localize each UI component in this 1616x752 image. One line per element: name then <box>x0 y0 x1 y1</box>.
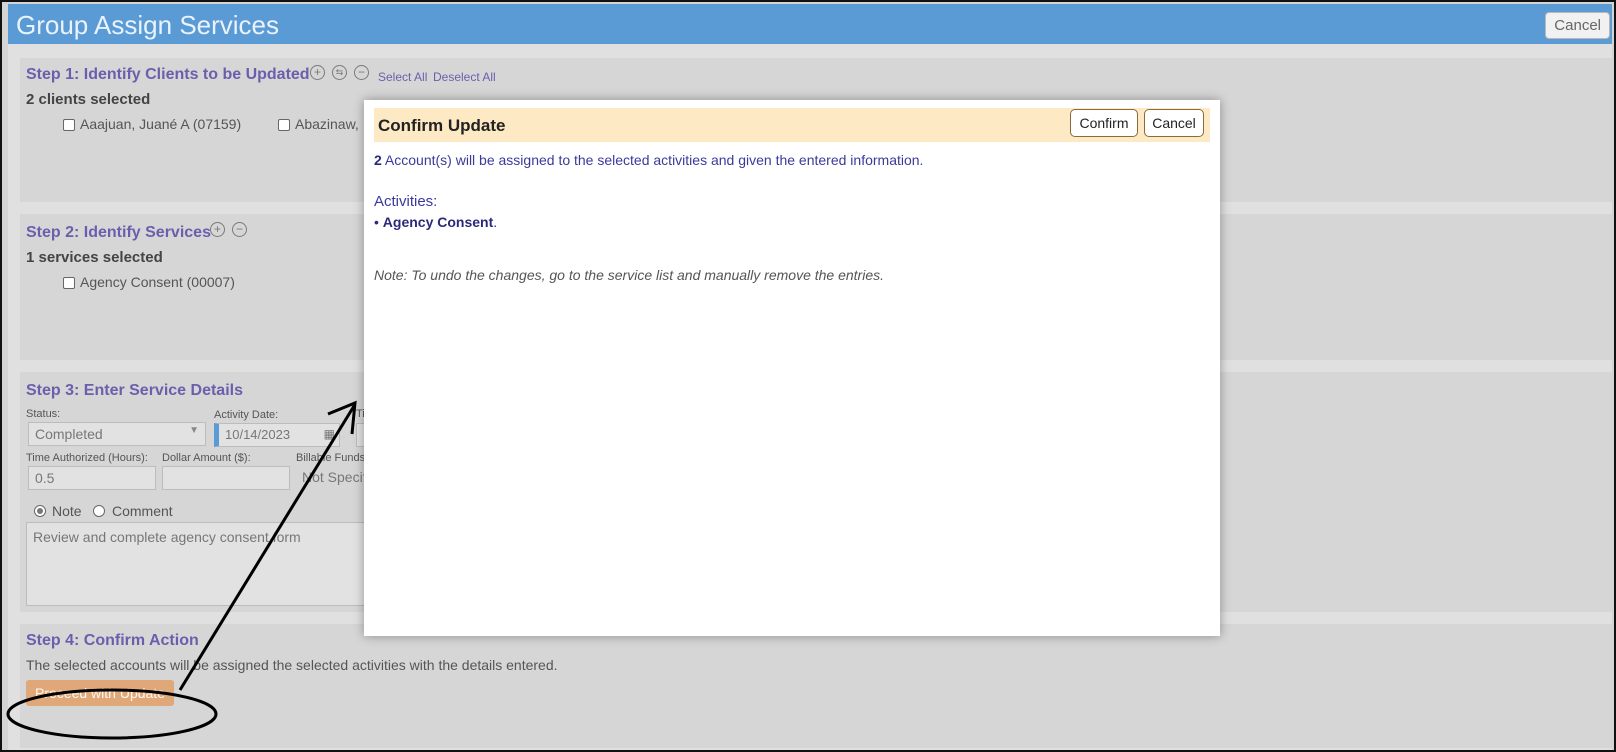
dialog-message: 2 Account(s) will be assigned to the sel… <box>374 152 923 168</box>
note-radio[interactable] <box>34 505 46 517</box>
proceed-with-update-button[interactable]: Proceed with Update <box>26 680 174 706</box>
status-select[interactable]: Completed ▼ <box>28 422 206 446</box>
note-textarea[interactable]: Review and complete agency consent form <box>26 522 366 606</box>
dialog-note: Note: To undo the changes, go to the ser… <box>374 267 885 283</box>
dialog-title: Confirm Update <box>378 116 506 135</box>
time-authorized-input[interactable]: 0.5 <box>28 466 156 490</box>
dialog-cancel-button[interactable]: Cancel <box>1144 109 1204 137</box>
comment-radio[interactable] <box>93 505 105 517</box>
step4-description: The selected accounts will be assigned t… <box>26 657 558 673</box>
collapse-icon[interactable]: − <box>354 65 369 80</box>
collapse-icon[interactable]: − <box>232 222 247 237</box>
activity-date-value: 10/14/2023 <box>225 427 291 442</box>
app-frame: Group Assign Services Cancel Step 1: Ide… <box>0 0 1616 752</box>
account-count: 2 <box>374 152 382 168</box>
client-label: Aaajuan, Juané A (07159) <box>80 116 242 132</box>
expand-icon[interactable]: + <box>210 222 225 237</box>
service-checkbox[interactable] <box>63 277 75 289</box>
client-checkbox[interactable] <box>63 119 75 131</box>
dialog-header: Confirm Update Confirm Cancel <box>374 108 1210 142</box>
expand-icon[interactable]: + <box>310 65 325 80</box>
title-bar: Group Assign Services Cancel <box>8 4 1612 44</box>
billable-funds-value: Not Specif <box>302 469 367 485</box>
activity-date-label: Activity Date: <box>214 409 279 421</box>
step1-title: Step 1: Identify Clients to be Updated <box>26 66 310 83</box>
step4-title: Step 4: Confirm Action <box>26 632 199 649</box>
confirm-update-dialog: Confirm Update Confirm Cancel 2 Account(… <box>364 100 1220 636</box>
chevron-down-icon: ▼ <box>189 425 199 436</box>
confirm-button[interactable]: Confirm <box>1070 109 1138 137</box>
note-radio-label: Note <box>52 503 82 519</box>
client-label: Abazinaw, <box>295 116 359 132</box>
activities-label: Activities: <box>374 193 438 210</box>
dollar-amount-label: Dollar Amount ($): <box>162 452 251 464</box>
activity-item: • Agency Consent. <box>374 214 498 230</box>
activity-name: Agency Consent <box>382 214 494 230</box>
message-text: Account(s) will be assigned to the selec… <box>384 152 924 168</box>
bullet-icon: • <box>374 214 383 230</box>
service-label: Agency Consent (00007) <box>80 274 235 290</box>
step3-title: Step 3: Enter Service Details <box>26 382 243 399</box>
deselect-all-link[interactable]: Deselect All <box>433 70 496 84</box>
status-value: Completed <box>35 426 103 442</box>
note-text: Review and complete agency consent form <box>33 529 301 545</box>
calendar-icon[interactable]: ▦ <box>324 427 335 441</box>
cancel-button[interactable]: Cancel <box>1545 12 1610 39</box>
select-all-link[interactable]: Select All <box>378 70 427 84</box>
comment-radio-label: Comment <box>112 503 173 519</box>
link-icon[interactable]: ⇆ <box>332 65 347 80</box>
time-authorized-value: 0.5 <box>35 470 55 486</box>
client-checkbox[interactable] <box>278 119 290 131</box>
clients-selected-count: 2 clients selected <box>26 91 151 108</box>
page-title: Group Assign Services <box>16 10 280 40</box>
activity-date-input[interactable]: 10/14/2023 ▦ <box>214 423 340 447</box>
status-label: Status: <box>26 408 61 420</box>
services-selected-count: 1 services selected <box>26 249 163 266</box>
step2-title: Step 2: Identify Services <box>26 224 211 241</box>
time-authorized-label: Time Authorized (Hours): <box>26 452 148 464</box>
step4-panel: Step 4: Confirm Action The selected acco… <box>20 624 1612 748</box>
dollar-amount-input[interactable] <box>162 466 290 490</box>
billable-funds-label: Billable Funds <box>296 452 366 464</box>
